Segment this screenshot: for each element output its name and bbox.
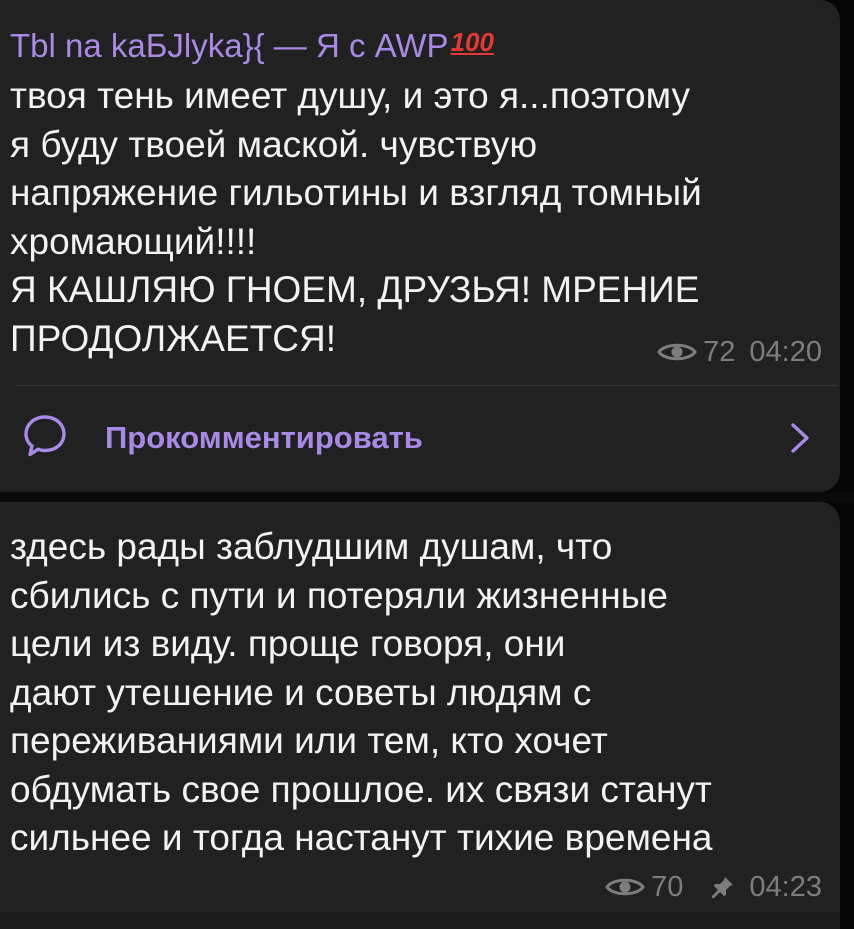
post-text: твоя тень имеет душу, и это я...поэтому … [10, 75, 702, 359]
view-count: 72 [703, 336, 736, 368]
post-time: 04:23 [749, 871, 822, 903]
post-meta: 72 04:20 [657, 336, 822, 368]
comment-bubble-icon [24, 415, 66, 457]
eye-icon [657, 343, 697, 361]
post-time: 04:20 [749, 336, 822, 368]
view-count: 70 [651, 871, 684, 903]
post-footer [0, 912, 840, 929]
post-author-name: Tbl na kaБJlyka}{ — Я с AWP [10, 27, 449, 64]
comment-label: Прокомментировать [105, 420, 423, 455]
divider [16, 385, 838, 386]
pin-icon [712, 877, 734, 898]
chat-view: Tbl na kaБJlyka}{ — Я с AWP100 твоя тень… [0, 0, 854, 929]
hundred-points-emoji: 100 [450, 27, 494, 57]
post-meta-2: 70 04:23 [605, 871, 822, 903]
channel-post-1[interactable]: Tbl na kaБJlyka}{ — Я с AWP100 твоя тень… [0, 0, 840, 492]
message-gap [0, 492, 854, 502]
post-text-2: здесь рады заблудшим душам, что сбились … [10, 526, 713, 858]
chevron-right-icon [791, 423, 809, 453]
comment-button[interactable]: Прокомментировать [0, 387, 840, 492]
eye-icon [605, 878, 645, 896]
post-author[interactable]: Tbl na kaБJlyka}{ — Я с AWP100 [10, 22, 494, 66]
